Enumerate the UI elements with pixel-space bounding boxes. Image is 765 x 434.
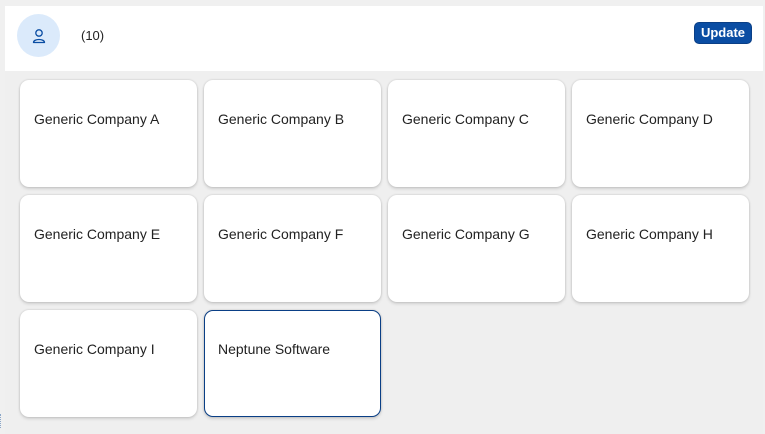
company-tile-label: Generic Company H (586, 226, 713, 242)
company-tile[interactable]: Generic Company B (204, 80, 381, 187)
company-tile-grid: Generic Company A Generic Company B Gene… (20, 80, 749, 417)
company-tile-label: Generic Company E (34, 226, 161, 242)
company-tile[interactable]: Generic Company E (20, 195, 197, 302)
company-tile-label: Generic Company F (218, 226, 344, 242)
company-tile-label: Generic Company D (586, 111, 713, 127)
company-tile-label: Generic Company B (218, 111, 345, 127)
company-tile-label: Generic Company G (402, 226, 530, 242)
company-tile[interactable]: Generic Company D (572, 80, 749, 187)
company-tile[interactable]: Generic Company C (388, 80, 565, 187)
page-container: (10) Update Generic Company A Generic Co… (5, 6, 763, 434)
company-tile-label: Generic Company C (402, 111, 529, 127)
update-button[interactable]: Update (693, 22, 752, 44)
company-tile-focused[interactable]: Neptune Software (204, 310, 381, 417)
header-bar: (10) Update (5, 6, 763, 71)
company-tile[interactable]: Generic Company I (20, 310, 197, 417)
item-count: (10) (81, 28, 105, 43)
person-icon (32, 28, 45, 43)
company-tile[interactable]: Generic Company A (20, 80, 197, 187)
company-tile-label: Generic Company I (34, 341, 155, 357)
company-tile-label: Generic Company A (34, 111, 160, 127)
company-tile[interactable]: Generic Company G (388, 195, 565, 302)
avatar[interactable] (17, 14, 60, 57)
company-tile[interactable]: Generic Company H (572, 195, 749, 302)
company-tile[interactable]: Generic Company F (204, 195, 381, 302)
company-tile-label: Neptune Software (218, 341, 331, 357)
resize-handle[interactable] (0, 414, 3, 428)
